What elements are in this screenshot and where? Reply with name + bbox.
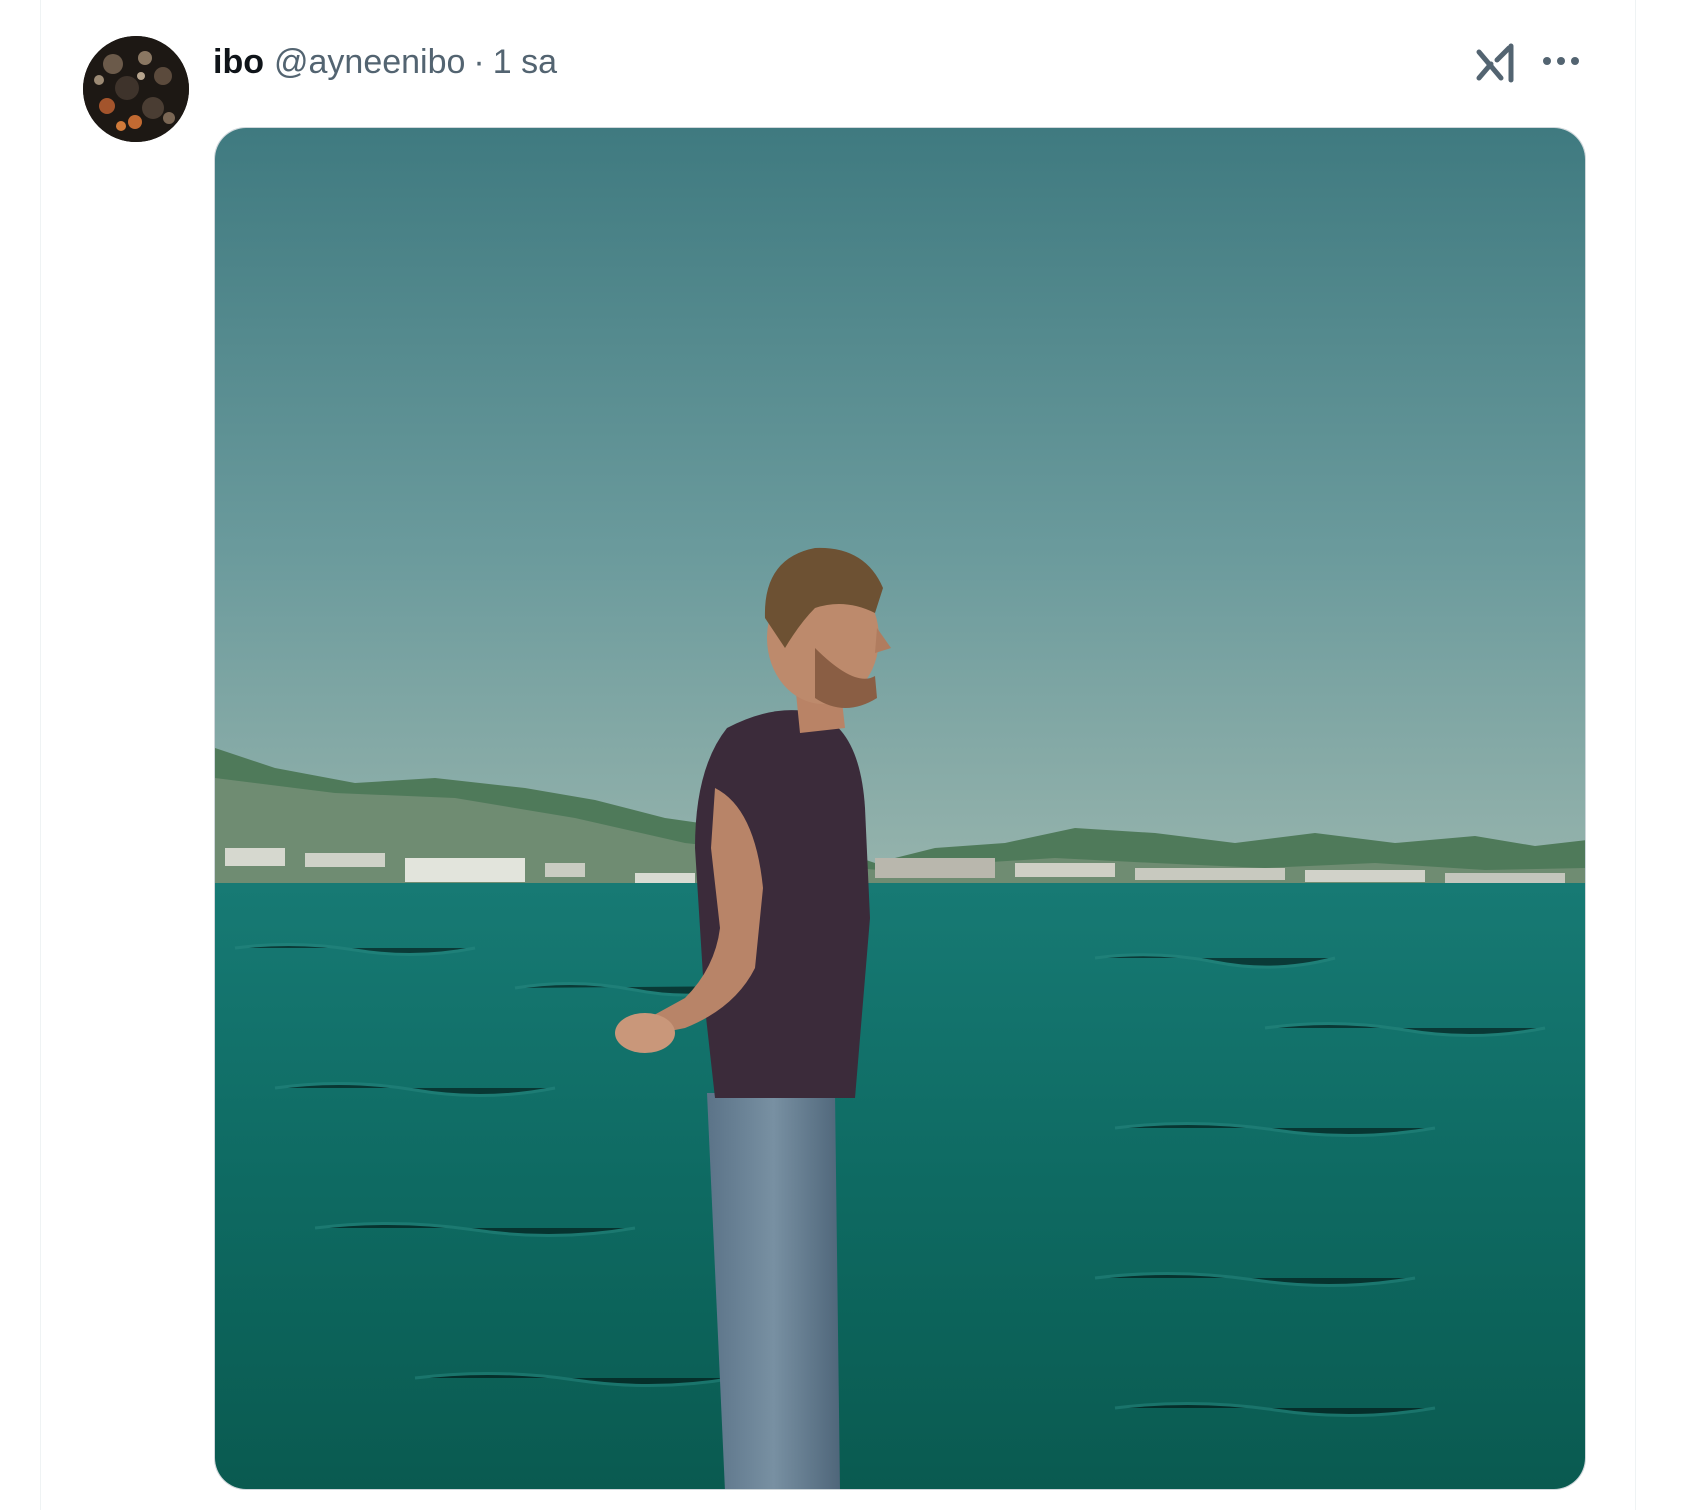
avatar[interactable] bbox=[83, 36, 189, 142]
more-options-icon[interactable] bbox=[1538, 44, 1584, 78]
avatar-image bbox=[83, 36, 189, 142]
tweet-header: ibo @ayneenibo · 1 sa bbox=[213, 40, 557, 84]
author-handle[interactable]: @ayneenibo bbox=[274, 43, 465, 82]
tweet-card: ibo @ayneenibo · 1 sa bbox=[40, 0, 1636, 1510]
photo-man-by-sea bbox=[215, 128, 1585, 1489]
grok-icon[interactable] bbox=[1471, 38, 1521, 88]
tweet-photo[interactable] bbox=[214, 127, 1586, 1490]
separator-dot: · bbox=[473, 42, 485, 81]
author-display-name[interactable]: ibo bbox=[213, 43, 264, 82]
timestamp[interactable]: 1 sa bbox=[493, 43, 557, 82]
